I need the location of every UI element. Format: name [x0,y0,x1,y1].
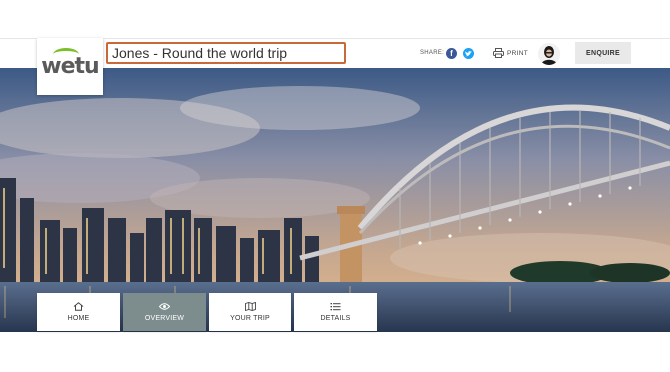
share-label: SHARE: [420,50,445,56]
logo-swoosh-icon [53,48,80,61]
home-icon [73,302,84,311]
page-title: Jones - Round the world trip [112,45,288,61]
print-button[interactable]: PRINT [507,50,528,57]
logo-wordmark: wetu [41,48,100,79]
eye-icon [159,303,170,310]
page: wetu Jones - Round the world trip SHARE:… [0,0,670,372]
tab-overview[interactable]: OVERVIEW [123,293,206,331]
enquire-button[interactable]: ENQUIRE [575,42,631,64]
tab-home-label: HOME [67,315,90,322]
tab-home[interactable]: HOME [37,293,120,331]
twitter-icon[interactable] [463,48,474,59]
map-icon [244,302,256,311]
logo[interactable]: wetu [37,38,103,95]
list-icon [330,303,341,311]
tab-your-trip-label: YOUR TRIP [230,315,270,322]
print-icon[interactable] [493,48,504,58]
tab-details[interactable]: DETAILS [294,293,377,331]
avatar[interactable] [538,43,560,65]
tab-details-label: DETAILS [320,315,351,322]
facebook-icon[interactable]: f [446,48,457,59]
tab-overview-label: OVERVIEW [144,315,185,322]
tab-your-trip[interactable]: YOUR TRIP [209,293,291,331]
